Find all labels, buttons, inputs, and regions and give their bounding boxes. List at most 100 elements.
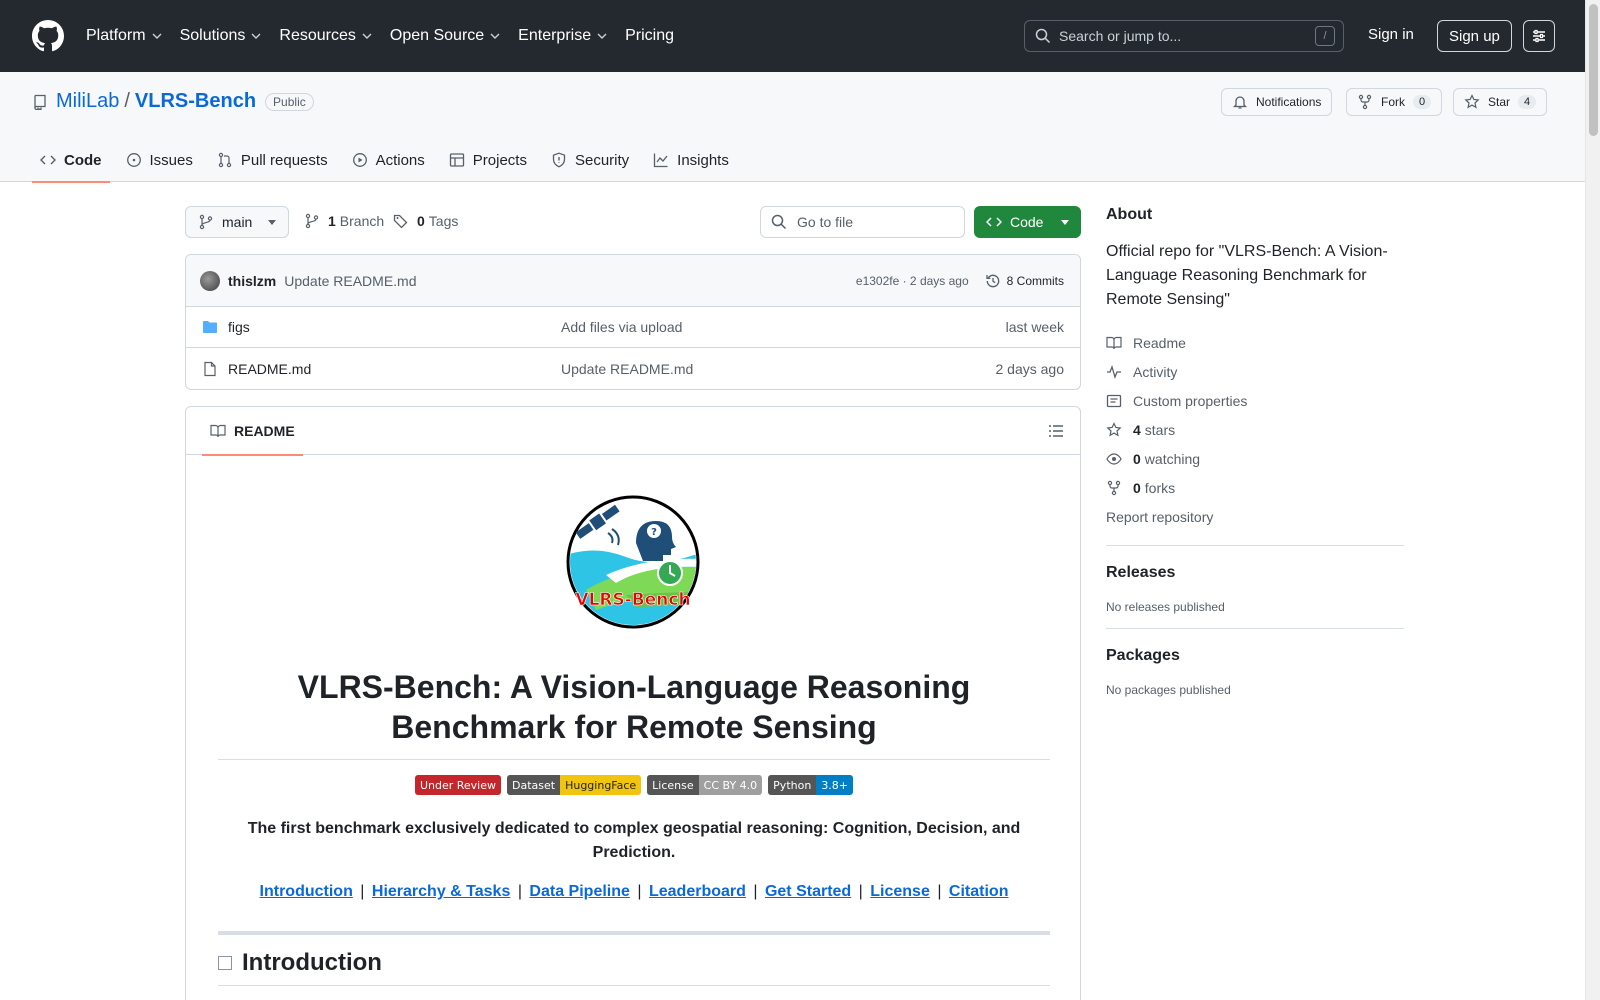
nav-pricing[interactable]: Pricing xyxy=(625,27,674,45)
nav-label: Solutions xyxy=(179,27,246,44)
readme-tab[interactable]: README xyxy=(202,407,303,456)
under-review-badge[interactable]: Under Review xyxy=(414,775,501,795)
file-row[interactable]: README.md Update README.md 2 days ago xyxy=(186,348,1080,389)
badge-value: CC BY 4.0 xyxy=(698,775,763,795)
tab-issues[interactable]: Issues xyxy=(118,138,201,182)
shield-icon xyxy=(552,152,566,168)
dataset-badge[interactable]: Dataset HuggingFace xyxy=(507,775,642,795)
readme-panel: README ? VLRS-Bench VLRS-Bench: A Vision… xyxy=(185,406,1081,1000)
commits-history-link[interactable]: 8 Commits xyxy=(985,273,1064,289)
packages-empty-text: No packages published xyxy=(1106,683,1231,697)
menu-button[interactable] xyxy=(1523,20,1555,52)
commit-sha-time[interactable]: e1302fe · 2 days ago xyxy=(856,274,969,288)
github-logo-icon[interactable] xyxy=(32,20,64,52)
branches-link[interactable]: 1 Branch xyxy=(304,213,384,229)
file-browser: thislzm Update README.md e1302fe · 2 day… xyxy=(185,254,1081,390)
nav-label: Pricing xyxy=(625,27,674,44)
tab-code[interactable]: Code xyxy=(32,138,110,183)
book-icon xyxy=(210,424,226,437)
file-commit-message[interactable]: Add files via upload xyxy=(561,319,1006,335)
sidebar-activity-link[interactable]: Activity xyxy=(1106,357,1404,386)
tab-pull-requests[interactable]: Pull requests xyxy=(209,138,336,182)
slash-shortcut-key: / xyxy=(1315,26,1335,46)
link-license[interactable]: License xyxy=(870,883,930,900)
folder-icon xyxy=(203,321,217,333)
branch-select-button[interactable]: main xyxy=(185,206,289,238)
issue-icon xyxy=(126,153,141,167)
sidebar-readme-link[interactable]: Readme xyxy=(1106,328,1404,357)
avatar[interactable] xyxy=(200,270,220,291)
repo-owner-link[interactable]: MiliLab xyxy=(56,90,119,113)
tab-label: Code xyxy=(64,151,102,169)
badge-label: Dataset xyxy=(507,775,561,795)
file-name-link[interactable]: README.md xyxy=(228,361,561,377)
link-introduction[interactable]: Introduction xyxy=(260,883,353,900)
nav-platform[interactable]: Platform xyxy=(86,27,162,45)
releases-title[interactable]: Releases xyxy=(1106,564,1404,582)
fork-button[interactable]: Fork 0 xyxy=(1346,88,1443,116)
packages-title[interactable]: Packages xyxy=(1106,647,1404,665)
history-icon xyxy=(986,274,999,287)
sidebar-forks-link[interactable]: 0 forks xyxy=(1106,473,1404,502)
branch-label: Branch xyxy=(339,213,385,229)
badge-row: Under Review Dataset HuggingFace License… xyxy=(186,775,1080,795)
nav-enterprise[interactable]: Enterprise xyxy=(518,27,607,45)
sign-in-link[interactable]: Sign in xyxy=(1368,26,1414,43)
report-repository-link[interactable]: Report repository xyxy=(1106,502,1404,531)
notifications-button[interactable]: Notifications xyxy=(1221,88,1333,116)
python-badge[interactable]: Python 3.8+ xyxy=(768,775,854,795)
scrollbar-thumb[interactable] xyxy=(1589,4,1598,136)
branch-icon xyxy=(199,214,213,230)
repo-path-separator: / xyxy=(124,90,130,112)
latest-commit-row: thislzm Update README.md e1302fe · 2 day… xyxy=(186,255,1080,307)
fork-label: Fork xyxy=(1381,95,1405,109)
commit-message-link[interactable]: Update README.md xyxy=(284,273,856,289)
nav-resources[interactable]: Resources xyxy=(279,27,372,45)
code-icon xyxy=(40,155,56,165)
search-input[interactable]: Search or jump to... / xyxy=(1024,20,1344,52)
sliders-icon xyxy=(1533,29,1545,43)
sidebar-stars-link[interactable]: 4 stars xyxy=(1106,415,1404,444)
releases-empty-text: No releases published xyxy=(1106,600,1225,614)
readme-section-links: Introduction | Hierarchy & Tasks | Data … xyxy=(186,883,1080,901)
nav-open-source[interactable]: Open Source xyxy=(390,27,500,45)
nav-solutions[interactable]: Solutions xyxy=(180,27,262,45)
play-icon xyxy=(352,153,367,167)
link-leaderboard[interactable]: Leaderboard xyxy=(649,883,746,900)
link-hierarchy-tasks[interactable]: Hierarchy & Tasks xyxy=(372,883,510,900)
star-button[interactable]: Star 4 xyxy=(1453,88,1548,116)
readme-title: VLRS-Bench: A Vision-Language Reasoning … xyxy=(218,667,1050,760)
code-dropdown-button[interactable]: Code xyxy=(974,206,1081,238)
commit-author-link[interactable]: thislzm xyxy=(228,273,276,289)
sidebar-custom-properties-link[interactable]: Custom properties xyxy=(1106,386,1404,415)
file-row[interactable]: figs Add files via upload last week xyxy=(186,307,1080,348)
vlrs-bench-logo: ? VLRS-Bench xyxy=(566,495,700,629)
tab-security[interactable]: Security xyxy=(543,138,637,182)
tab-actions[interactable]: Actions xyxy=(344,138,433,182)
emoji-placeholder-icon xyxy=(218,956,232,970)
repo-icon xyxy=(34,94,46,110)
tags-link[interactable]: 0 Tags xyxy=(393,213,458,229)
link-separator: | xyxy=(753,883,758,900)
go-to-file-input[interactable]: Go to file xyxy=(760,206,965,238)
nav-label: Platform xyxy=(86,27,146,44)
fork-count: 0 xyxy=(1413,95,1432,109)
badge-value: 3.8+ xyxy=(816,775,854,795)
file-commit-message[interactable]: Update README.md xyxy=(561,361,996,377)
sidebar-watching-link[interactable]: 0 watching xyxy=(1106,444,1404,473)
file-icon xyxy=(204,361,216,376)
tab-insights[interactable]: Insights xyxy=(645,138,737,182)
list-icon[interactable] xyxy=(1048,423,1064,439)
tab-projects[interactable]: Projects xyxy=(441,138,535,182)
link-get-started[interactable]: Get Started xyxy=(765,883,851,900)
link-data-pipeline[interactable]: Data Pipeline xyxy=(529,883,629,900)
sign-up-button[interactable]: Sign up xyxy=(1437,20,1512,52)
code-button-label: Code xyxy=(1010,214,1044,230)
page-scrollbar[interactable] xyxy=(1585,0,1600,1000)
file-name-link[interactable]: figs xyxy=(228,319,561,335)
sidebar-divider xyxy=(1106,545,1404,546)
repo-name-link[interactable]: VLRS-Bench xyxy=(135,90,256,113)
license-badge[interactable]: License CC BY 4.0 xyxy=(647,775,763,795)
bell-icon xyxy=(1232,96,1248,109)
link-citation[interactable]: Citation xyxy=(949,883,1009,900)
